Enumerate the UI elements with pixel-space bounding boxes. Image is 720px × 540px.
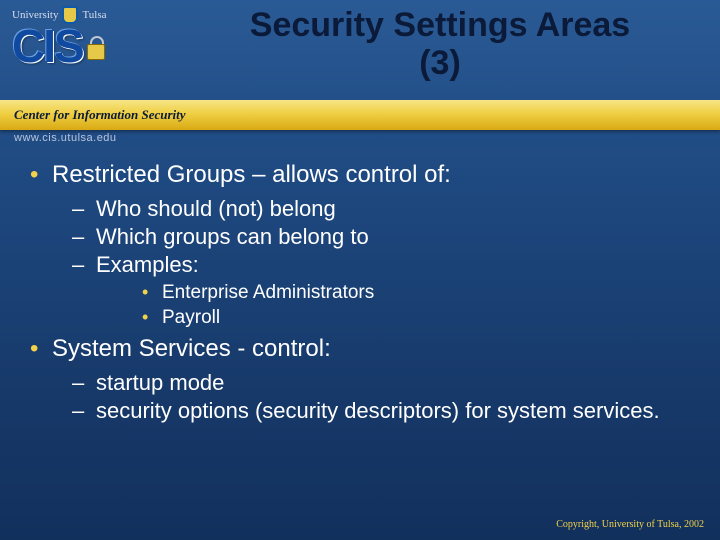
slide-title-line1: Security Settings Areas bbox=[170, 6, 710, 44]
org-url: www.cis.utulsa.edu bbox=[14, 132, 117, 144]
cis-logo: CIS bbox=[12, 26, 172, 67]
slide-header: University Tulsa CIS Security Settings A… bbox=[0, 0, 720, 145]
sub-bullet-text: security options (security descriptors) … bbox=[96, 398, 660, 423]
bullet-text: System Services - control: bbox=[52, 335, 331, 362]
copyright-footer: Copyright, University of Tulsa, 2002 bbox=[556, 519, 704, 530]
sub-bullet-text: Examples: bbox=[96, 252, 199, 277]
slide-body: Restricted Groups – allows control of: W… bbox=[30, 160, 690, 429]
subsub-bullet-text: Enterprise Administrators bbox=[162, 282, 374, 303]
subsub-bullet: Enterprise Administrators bbox=[96, 281, 690, 305]
slide: University Tulsa CIS Security Settings A… bbox=[0, 0, 720, 540]
sub-bullet: Examples: Enterprise Administrators Payr… bbox=[52, 251, 690, 330]
subsub-bullet-text: Payroll bbox=[162, 307, 220, 328]
sub-bullet-text: startup mode bbox=[96, 370, 224, 395]
slide-title: Security Settings Areas (3) bbox=[170, 6, 710, 82]
sub-bullet: startup mode bbox=[52, 369, 690, 397]
shield-icon bbox=[62, 6, 78, 24]
sub-bullet-text: Which groups can belong to bbox=[96, 224, 369, 249]
slide-title-line2: (3) bbox=[170, 44, 710, 82]
lock-icon bbox=[85, 34, 105, 60]
org-acronym: CIS bbox=[12, 26, 83, 67]
bullet-restricted-groups: Restricted Groups – allows control of: W… bbox=[30, 160, 690, 330]
sub-bullet: Which groups can belong to bbox=[52, 223, 690, 251]
bullet-text: Restricted Groups – allows control of: bbox=[52, 161, 451, 188]
university-word-right: Tulsa bbox=[82, 9, 106, 21]
sub-bullet-text: Who should (not) belong bbox=[96, 196, 336, 221]
sub-bullet: Who should (not) belong bbox=[52, 195, 690, 223]
logo-block: University Tulsa CIS bbox=[12, 6, 172, 67]
bullet-system-services: System Services - control: startup mode … bbox=[30, 334, 690, 425]
subsub-bullet: Payroll bbox=[96, 306, 690, 330]
sub-bullet: security options (security descriptors) … bbox=[52, 397, 690, 425]
org-full-name: Center for Information Security bbox=[14, 107, 186, 123]
gold-bar: Center for Information Security bbox=[0, 100, 720, 130]
